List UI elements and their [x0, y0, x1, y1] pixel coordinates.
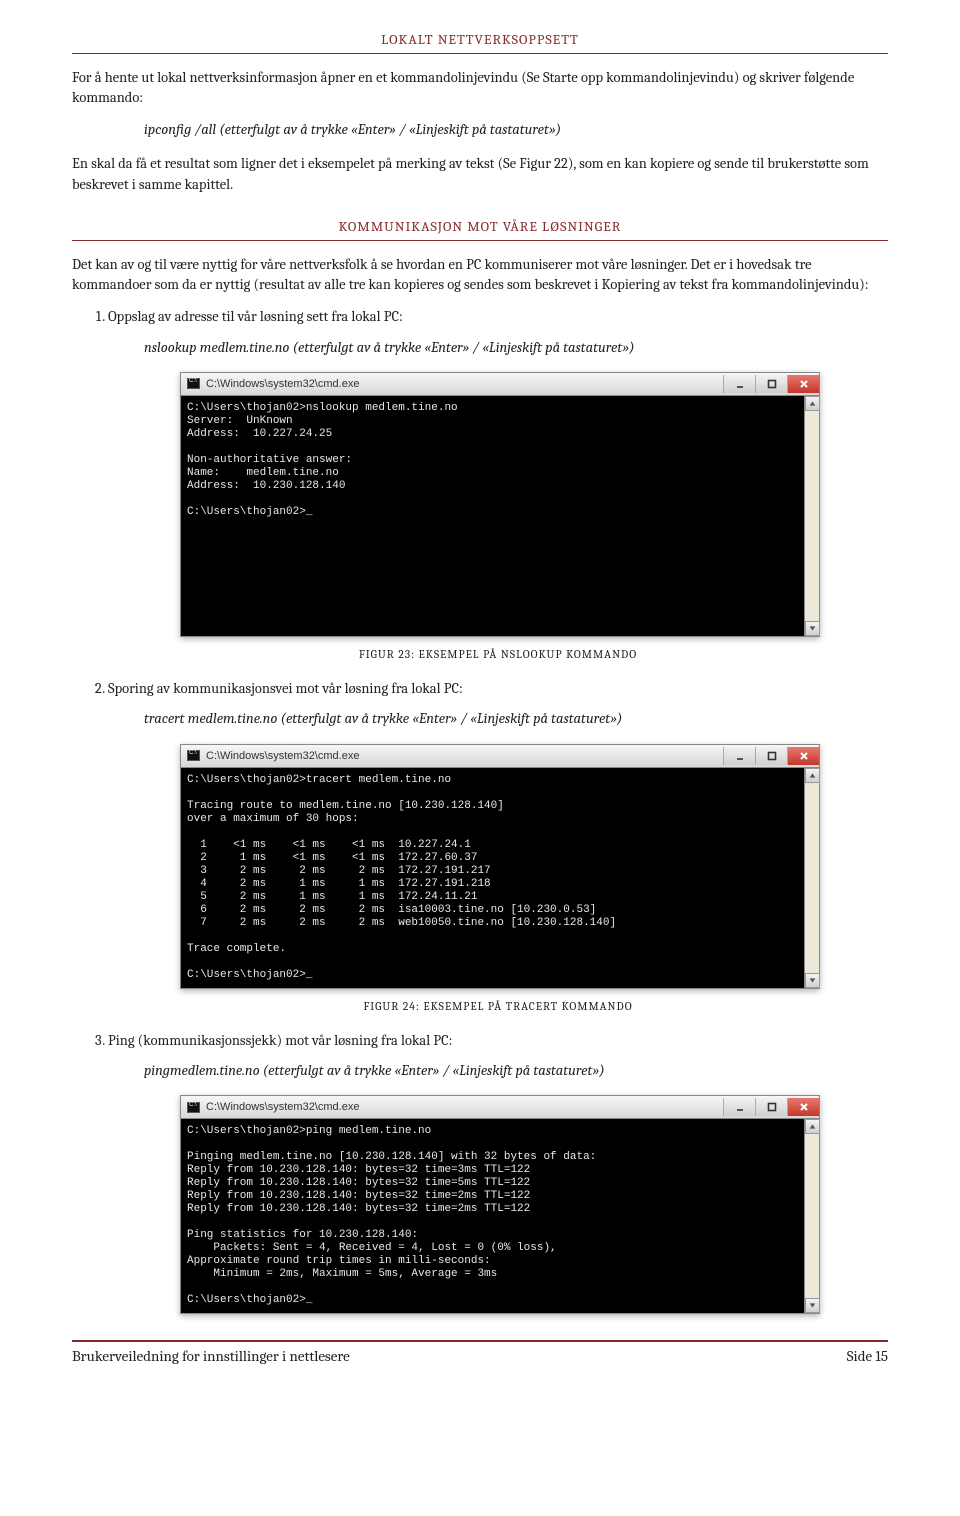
command-ipconfig: ipconfig /all (etterfulgt av å trykke «E…: [144, 120, 888, 140]
close-button[interactable]: [787, 747, 819, 765]
close-button[interactable]: [787, 1098, 819, 1116]
figure-24-caption: FIGUR 24: EKSEMPEL PÅ TRACERT KOMMANDO: [108, 999, 888, 1015]
terminal-output-nslookup: C:\Users\thojan02>nslookup medlem.tine.n…: [181, 396, 819, 636]
minimize-button[interactable]: [723, 1098, 755, 1116]
list-item-3-text: Ping (kommunikasjonssjekk) mot vår løsni…: [108, 1032, 452, 1049]
scroll-up-icon[interactable]: [805, 396, 820, 411]
cmd-icon: [187, 1102, 200, 1113]
terminal-titlebar: C:\Windows\system32\cmd.exe: [181, 745, 819, 768]
minimize-button[interactable]: [723, 375, 755, 393]
footer-page-number: Side 15: [847, 1346, 888, 1367]
terminal-titlebar: C:\Windows\system32\cmd.exe: [181, 1096, 819, 1119]
terminal-window-tracert: C:\Windows\system32\cmd.exe C:\Users\tho…: [180, 744, 820, 989]
terminal-window-nslookup: C:\Windows\system32\cmd.exe C:\Users\tho…: [180, 372, 820, 637]
footer-doc-title: Brukerveiledning for innstillinger i net…: [72, 1346, 350, 1367]
list-item-2-text: Sporing av kommunikasjonsvei mot vår løs…: [108, 680, 463, 697]
list-item-3: Ping (kommunikasjonssjekk) mot vår løsni…: [108, 1031, 888, 1315]
list-item-2: Sporing av kommunikasjonsvei mot vår løs…: [108, 679, 888, 1015]
scroll-down-icon[interactable]: [805, 973, 820, 988]
terminal-window-ping: C:\Windows\system32\cmd.exe C:\Users\tho…: [180, 1095, 820, 1314]
terminal-scrollbar[interactable]: [804, 396, 819, 636]
paragraph-result-note: En skal da få et resultat som ligner det…: [72, 154, 888, 195]
page-footer: Brukerveiledning for innstillinger i net…: [72, 1342, 888, 1367]
scroll-up-icon[interactable]: [805, 1119, 820, 1134]
terminal-title: C:\Windows\system32\cmd.exe: [206, 378, 359, 390]
heading-communication: KOMMUNIKASJON MOT VÅRE LØSNINGER: [72, 217, 888, 241]
figure-23-caption: FIGUR 23: EKSEMPEL PÅ NSLOOKUP KOMMANDO: [108, 647, 888, 663]
scroll-down-icon[interactable]: [805, 621, 820, 636]
terminal-scrollbar[interactable]: [804, 1119, 819, 1313]
scroll-down-icon[interactable]: [805, 1298, 820, 1313]
terminal-title: C:\Windows\system32\cmd.exe: [206, 1101, 359, 1113]
list-item-1-text: Oppslag av adresse til vår løsning sett …: [108, 308, 403, 325]
paragraph-commands-intro: Det kan av og til være nyttig for våre n…: [72, 255, 888, 296]
maximize-button[interactable]: [755, 747, 787, 765]
maximize-button[interactable]: [755, 375, 787, 393]
terminal-title: C:\Windows\system32\cmd.exe: [206, 750, 359, 762]
terminal-scrollbar[interactable]: [804, 768, 819, 988]
terminal-output-ping: C:\Users\thojan02>ping medlem.tine.no Pi…: [181, 1119, 819, 1313]
heading-local-network: LOKALT NETTVERKSOPPSETT: [72, 30, 888, 54]
maximize-button[interactable]: [755, 1098, 787, 1116]
cmd-icon: [187, 750, 200, 761]
list-item-1: Oppslag av adresse til vår løsning sett …: [108, 307, 888, 663]
paragraph-intro: For å hente ut lokal nettverksinformasjo…: [72, 68, 888, 109]
command-tracert: tracert medlem.tine.no (etterfulgt av å …: [144, 709, 888, 729]
scroll-up-icon[interactable]: [805, 768, 820, 783]
terminal-titlebar: C:\Windows\system32\cmd.exe: [181, 373, 819, 396]
command-ping: pingmedlem.tine.no (etterfulgt av å tryk…: [144, 1061, 888, 1081]
command-nslookup: nslookup medlem.tine.no (etterfulgt av å…: [144, 338, 888, 358]
cmd-icon: [187, 378, 200, 389]
close-button[interactable]: [787, 375, 819, 393]
minimize-button[interactable]: [723, 747, 755, 765]
terminal-output-tracert: C:\Users\thojan02>tracert medlem.tine.no…: [181, 768, 819, 988]
